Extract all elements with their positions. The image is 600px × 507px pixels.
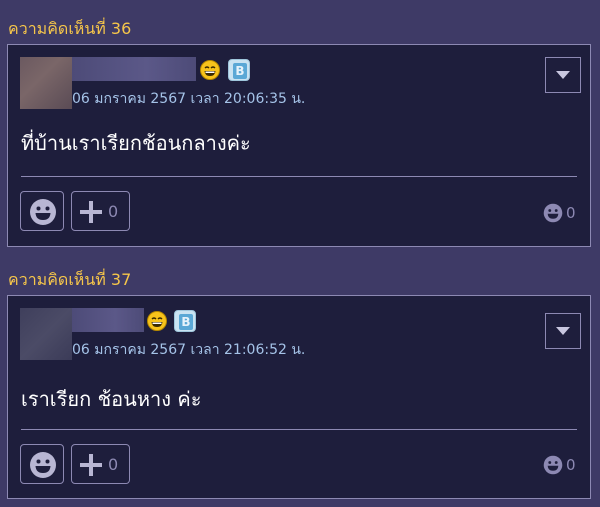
- timestamp: 06 มกราคม 2567 เวลา 20:06:35 น.: [72, 91, 306, 107]
- caret-down-icon: [556, 71, 570, 79]
- emotion-count[interactable]: 0: [543, 455, 579, 475]
- plus-icon: [80, 454, 102, 476]
- username[interactable]: [72, 308, 144, 332]
- emotion-count[interactable]: 0: [543, 203, 579, 223]
- comment-label: ความคิดเห็นที่ 36: [8, 19, 132, 38]
- plus-vote-button[interactable]: 0: [71, 444, 130, 484]
- avatar[interactable]: [20, 57, 72, 109]
- comment-card: B 06 มกราคม 2567 เวลา 20:06:35 น. ที่บ้า…: [7, 44, 591, 247]
- divider: [21, 176, 577, 177]
- comment-menu-dropdown[interactable]: [545, 57, 581, 93]
- plus-count: 0: [108, 455, 119, 474]
- emotion-react-button[interactable]: [20, 191, 64, 231]
- blog-b-badge-icon[interactable]: B: [174, 310, 196, 332]
- laughing-emoji-icon: [200, 60, 220, 80]
- badge-letter: B: [179, 314, 193, 330]
- smiley-face-icon: [30, 452, 56, 478]
- plus-count: 0: [108, 202, 119, 221]
- comment-text: ที่บ้านเราเรียกช้อนกลางค่ะ: [21, 131, 251, 155]
- emotion-count-value: 0: [566, 456, 576, 474]
- username[interactable]: [72, 57, 196, 81]
- smiley-face-icon: [543, 203, 563, 223]
- emotion-react-button[interactable]: [20, 444, 64, 484]
- badge-letter: B: [233, 63, 247, 79]
- timestamp: 06 มกราคม 2567 เวลา 21:06:52 น.: [72, 342, 306, 358]
- comment-card: B 06 มกราคม 2567 เวลา 21:06:52 น. เราเรี…: [7, 295, 591, 499]
- comment-text: เราเรียก ช้อนหาง ค่ะ: [21, 387, 202, 411]
- comment-menu-dropdown[interactable]: [545, 313, 581, 349]
- smiley-face-icon: [30, 199, 56, 225]
- emotion-count-value: 0: [566, 204, 576, 222]
- blog-b-badge-icon[interactable]: B: [228, 59, 250, 81]
- comment-label: ความคิดเห็นที่ 37: [8, 270, 132, 289]
- caret-down-icon: [556, 327, 570, 335]
- avatar[interactable]: [20, 308, 72, 360]
- smiley-face-icon: [543, 455, 563, 475]
- laughing-emoji-icon: [147, 311, 167, 331]
- plus-icon: [80, 201, 102, 223]
- plus-vote-button[interactable]: 0: [71, 191, 130, 231]
- divider: [21, 429, 577, 430]
